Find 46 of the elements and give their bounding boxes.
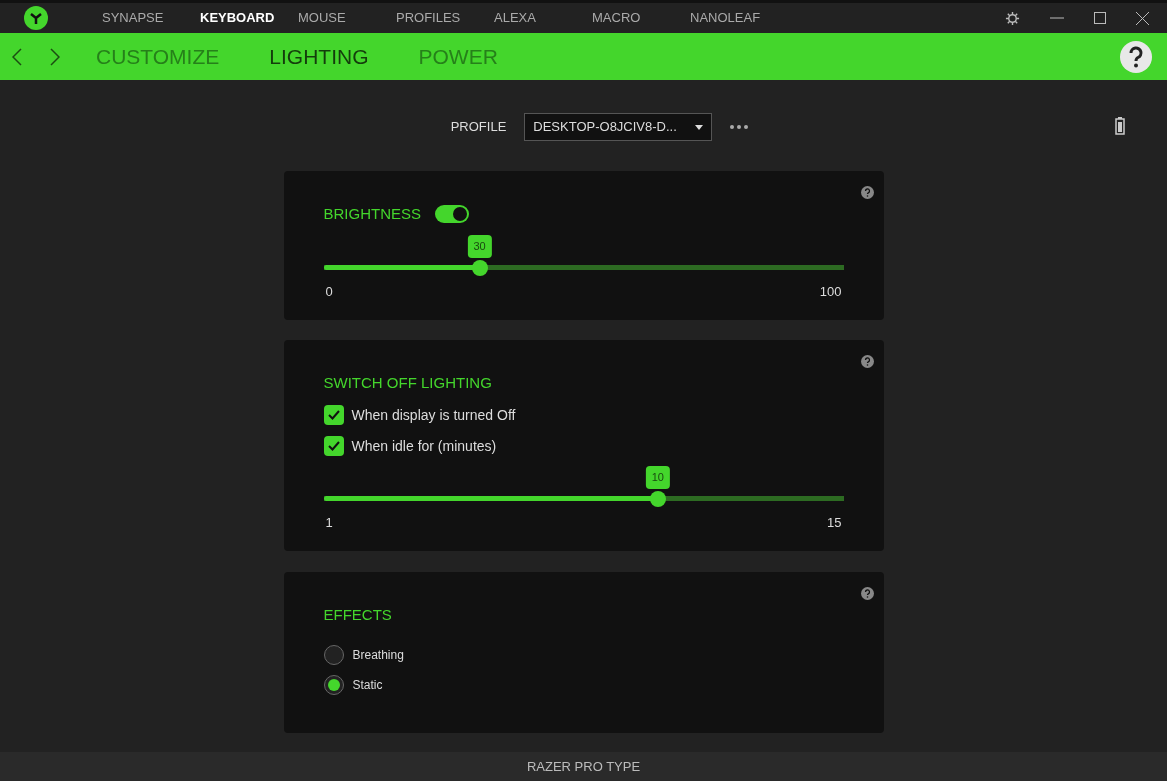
slider-max-label: 100 [819, 282, 842, 301]
slider-thumb[interactable] [471, 259, 488, 276]
nav-tab[interactable]: MOUSE [298, 8, 396, 28]
section-title: EFFECTS [323, 605, 393, 625]
nav-tab[interactable]: NANOLEAF [690, 8, 788, 28]
device-name: RAZER PRO TYPE [526, 757, 641, 776]
close-icon[interactable] [1136, 11, 1149, 25]
profile-dropdown[interactable]: DESKTOP-O8JCIV8-D... [524, 113, 713, 141]
caret-icon [695, 124, 704, 130]
sub-tab[interactable]: LIGHTING [269, 40, 369, 73]
section-title: BRIGHTNESS [323, 204, 421, 224]
check-icon [326, 408, 341, 422]
checkbox[interactable] [323, 405, 344, 425]
slider-min-label: 0 [325, 282, 333, 301]
help-icon[interactable] [860, 186, 874, 199]
slider-min-label: 1 [325, 513, 333, 532]
section-title: SWITCH OFF LIGHTING [323, 373, 493, 393]
slider-value: 30 [467, 235, 492, 258]
profile-label: PROFILE [450, 118, 507, 137]
more-icon[interactable] [730, 125, 749, 129]
help-icon[interactable] [860, 587, 874, 600]
logo-icon[interactable] [24, 6, 48, 30]
nav-tab[interactable]: PROFILES [396, 8, 494, 28]
toggle-switch[interactable] [435, 205, 469, 224]
radio-label: Static [352, 676, 383, 694]
help-icon[interactable] [860, 355, 874, 368]
settings-icon[interactable] [1005, 10, 1020, 26]
nav-tab[interactable]: ALEXA [494, 8, 592, 28]
radio-button[interactable] [323, 674, 344, 695]
checkbox-label: When idle for (minutes) [351, 436, 497, 456]
back-icon[interactable] [12, 47, 22, 66]
checkbox[interactable] [323, 436, 344, 456]
check-icon [326, 439, 341, 453]
checkbox-label: When display is turned Off [351, 405, 516, 425]
nav-tab[interactable]: MACRO [592, 8, 690, 28]
slider-value: 10 [645, 466, 670, 489]
nav-tab[interactable]: SYNAPSE [102, 8, 200, 28]
help-icon[interactable] [1120, 40, 1152, 73]
slider-thumb[interactable] [649, 490, 666, 507]
battery-icon [1115, 117, 1125, 135]
radio-button[interactable] [323, 644, 344, 665]
radio-label: Breathing [352, 646, 404, 664]
nav-tab[interactable]: KEYBOARD [200, 8, 298, 28]
maximize-icon[interactable] [1094, 12, 1106, 24]
slider-max-label: 15 [827, 513, 842, 532]
forward-icon[interactable] [50, 47, 60, 66]
